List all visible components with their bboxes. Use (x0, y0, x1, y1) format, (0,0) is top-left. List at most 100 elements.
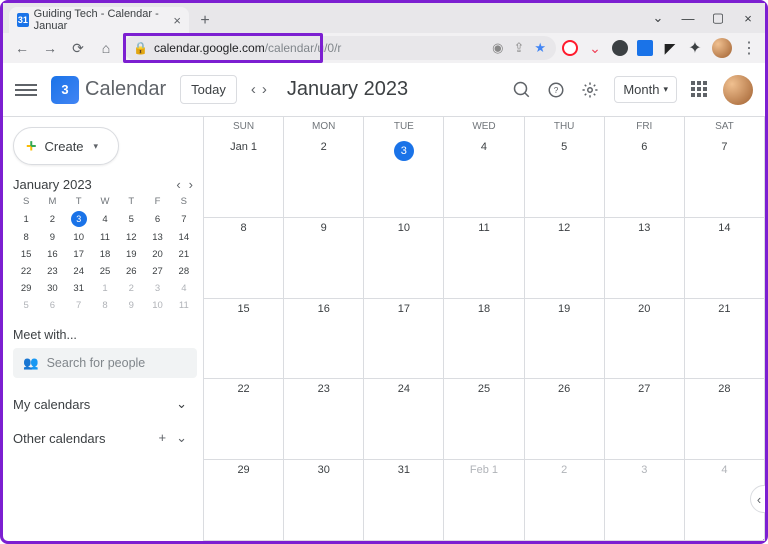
mini-day-cell[interactable]: 3 (66, 209, 92, 229)
reload-button[interactable]: ⟳ (67, 37, 89, 59)
day-cell[interactable]: 28 (685, 379, 765, 460)
day-cell[interactable]: 2 (525, 460, 605, 541)
day-cell[interactable]: 27 (605, 379, 685, 460)
day-cell[interactable]: 4 (444, 137, 524, 218)
maximize-icon[interactable]: ▢ (705, 10, 731, 26)
share-icon[interactable]: ⇪ (513, 40, 524, 56)
close-tab-icon[interactable]: × (173, 13, 181, 28)
ext-icon-a[interactable] (612, 40, 628, 56)
mini-next-button[interactable]: › (189, 177, 193, 192)
day-cell[interactable]: 10 (364, 218, 444, 299)
day-cell[interactable]: 11 (444, 218, 524, 299)
home-button[interactable]: ⌂ (95, 37, 117, 59)
account-avatar[interactable] (723, 75, 753, 105)
day-cell[interactable]: 26 (525, 379, 605, 460)
day-cell[interactable]: 24 (364, 379, 444, 460)
mini-day-cell[interactable]: 9 (118, 297, 144, 314)
period-title[interactable]: January 2023 (287, 78, 408, 101)
mini-day-cell[interactable]: 28 (171, 263, 197, 280)
my-calendars-toggle[interactable]: My calendars ⌄ (13, 396, 197, 412)
day-cell[interactable]: 7 (685, 137, 765, 218)
mini-day-cell[interactable]: 7 (66, 297, 92, 314)
chevron-down-icon[interactable]: ⌄ (645, 10, 671, 26)
mini-day-cell[interactable]: 23 (39, 263, 65, 280)
mini-day-cell[interactable]: 7 (171, 209, 197, 229)
mini-day-cell[interactable]: 8 (13, 229, 39, 246)
day-cell[interactable]: 15 (204, 299, 284, 380)
day-cell[interactable]: 30 (284, 460, 364, 541)
forward-button[interactable]: → (39, 37, 61, 59)
search-people-input[interactable]: 👥 Search for people (13, 348, 197, 378)
browser-tab[interactable]: 31 Guiding Tech - Calendar - Januar × (9, 7, 189, 33)
mini-day-cell[interactable]: 30 (39, 280, 65, 297)
mini-day-cell[interactable]: 24 (66, 263, 92, 280)
mini-day-cell[interactable]: 19 (118, 246, 144, 263)
mini-month-label[interactable]: January 2023 (13, 177, 92, 192)
mini-day-cell[interactable]: 15 (13, 246, 39, 263)
day-cell[interactable]: 18 (444, 299, 524, 380)
mini-day-cell[interactable]: 4 (92, 209, 118, 229)
day-cell[interactable]: 29 (204, 460, 284, 541)
mini-day-cell[interactable]: 16 (39, 246, 65, 263)
pocket-ext-icon[interactable]: ⌄ (587, 40, 603, 56)
profile-avatar-icon[interactable] (712, 38, 732, 58)
prev-period-button[interactable]: ‹ (251, 81, 256, 98)
day-cell[interactable]: 6 (605, 137, 685, 218)
mini-day-cell[interactable]: 17 (66, 246, 92, 263)
day-cell[interactable]: 20 (605, 299, 685, 380)
mini-day-cell[interactable]: 6 (39, 297, 65, 314)
mini-day-cell[interactable]: 1 (13, 209, 39, 229)
today-button[interactable]: Today (180, 75, 237, 104)
mini-day-cell[interactable]: 5 (13, 297, 39, 314)
mini-day-cell[interactable]: 31 (66, 280, 92, 297)
day-cell[interactable]: 25 (444, 379, 524, 460)
address-bar[interactable]: 🔒 calendar.google.com/calendar/u/0/r ◉ ⇪… (123, 36, 556, 60)
day-cell[interactable]: 8 (204, 218, 284, 299)
other-calendars-toggle[interactable]: Other calendars + ⌄ (13, 430, 197, 446)
chrome-menu-icon[interactable]: ⋮ (741, 38, 757, 58)
day-cell[interactable]: 23 (284, 379, 364, 460)
mini-day-cell[interactable]: 26 (118, 263, 144, 280)
day-cell[interactable]: 14 (685, 218, 765, 299)
mini-day-cell[interactable]: 22 (13, 263, 39, 280)
day-cell[interactable]: 19 (525, 299, 605, 380)
settings-icon[interactable] (580, 80, 600, 100)
day-cell[interactable]: 31 (364, 460, 444, 541)
mini-calendar[interactable]: SMTWTFS 12345678910111213141516171819202… (13, 194, 197, 314)
view-select[interactable]: Month ▾ (614, 76, 677, 103)
day-cell[interactable]: 9 (284, 218, 364, 299)
day-cell[interactable]: 17 (364, 299, 444, 380)
day-cell[interactable]: 5 (525, 137, 605, 218)
mini-day-cell[interactable]: 6 (144, 209, 170, 229)
star-icon[interactable]: ★ (534, 40, 546, 56)
mini-prev-button[interactable]: ‹ (176, 177, 180, 192)
mini-day-cell[interactable]: 25 (92, 263, 118, 280)
mini-day-cell[interactable]: 14 (171, 229, 197, 246)
mini-day-cell[interactable]: 11 (171, 297, 197, 314)
next-period-button[interactable]: › (262, 81, 267, 98)
telegram-ext-icon[interactable]: ◤ (662, 40, 678, 56)
new-tab-button[interactable]: + (193, 9, 217, 33)
day-cell[interactable]: Jan 1 (204, 137, 284, 218)
ext-icon-b[interactable] (637, 40, 653, 56)
mini-day-cell[interactable]: 13 (144, 229, 170, 246)
mini-day-cell[interactable]: 5 (118, 209, 144, 229)
mini-day-cell[interactable]: 18 (92, 246, 118, 263)
day-cell[interactable]: Feb 1 (444, 460, 524, 541)
opera-ext-icon[interactable] (562, 40, 578, 56)
google-apps-icon[interactable] (691, 81, 709, 99)
mini-day-cell[interactable]: 10 (66, 229, 92, 246)
mini-day-cell[interactable]: 12 (118, 229, 144, 246)
day-cell[interactable]: 12 (525, 218, 605, 299)
mini-day-cell[interactable]: 2 (39, 209, 65, 229)
day-cell[interactable]: 3 (364, 137, 444, 218)
back-button[interactable]: ← (11, 37, 33, 59)
mini-day-cell[interactable]: 8 (92, 297, 118, 314)
mini-day-cell[interactable]: 29 (13, 280, 39, 297)
main-menu-button[interactable] (15, 84, 37, 96)
close-window-icon[interactable]: × (735, 11, 761, 26)
mini-day-cell[interactable]: 2 (118, 280, 144, 297)
day-cell[interactable]: 16 (284, 299, 364, 380)
mini-day-cell[interactable]: 1 (92, 280, 118, 297)
day-cell[interactable]: 2 (284, 137, 364, 218)
